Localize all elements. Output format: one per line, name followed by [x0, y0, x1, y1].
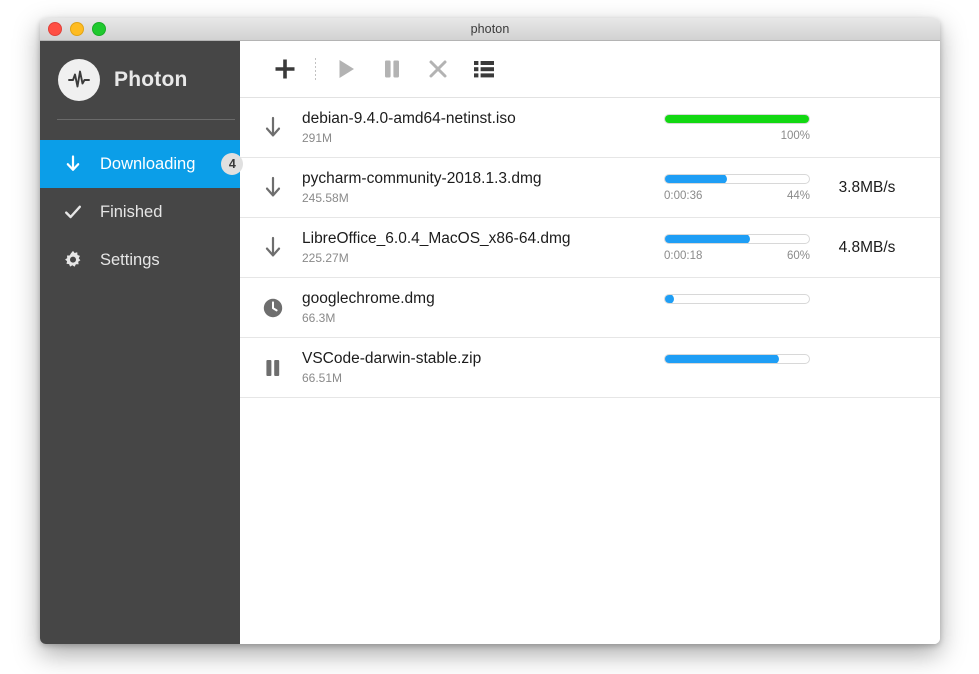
maximize-window-button[interactable]: [92, 22, 106, 36]
download-filesize: 291M: [302, 131, 333, 145]
download-arrow-icon: [62, 153, 84, 175]
download-arrow-icon: [254, 175, 292, 201]
app-name: Photon: [114, 68, 188, 91]
progress-meta: [664, 310, 810, 324]
content-area: debian-9.4.0-amd64-netinst.iso 291M 100%: [240, 41, 940, 644]
progress-meta: [664, 370, 810, 384]
progress-bar-fill: [665, 234, 751, 243]
progress-bar-fill: [665, 294, 675, 303]
download-filename: VSCode-darwin-stable.zip: [302, 350, 482, 367]
window-titlebar: photon: [40, 18, 940, 41]
download-filesize: 245.58M: [302, 191, 349, 205]
toolbar: [240, 41, 940, 98]
download-percent: 60%: [786, 249, 810, 262]
download-progress: 0:00:36 44%: [664, 172, 810, 204]
download-info: googlechrome.dmg 66.3M: [292, 290, 664, 325]
progress-meta: 100%: [664, 130, 810, 144]
sidebar-nav: Downloading 4 Finished Settings: [40, 140, 244, 284]
download-info: pycharm-community-2018.1.3.dmg 245.58M: [292, 170, 664, 205]
minimize-window-button[interactable]: [70, 22, 84, 36]
toolbar-separator: [315, 58, 316, 80]
pause-button[interactable]: [369, 48, 415, 90]
download-filesize: 66.51M: [302, 371, 343, 385]
download-info: VSCode-darwin-stable.zip 66.51M: [292, 350, 664, 385]
progress-bar-track: [664, 233, 810, 244]
download-percent: 100%: [780, 129, 810, 142]
download-filesize: 225.27M: [302, 251, 349, 265]
download-progress: [664, 352, 810, 384]
window-controls: [48, 18, 106, 40]
pause-icon: [379, 56, 405, 82]
download-arrow-icon: [254, 115, 292, 141]
close-x-icon: [426, 57, 450, 81]
remove-button[interactable]: [415, 48, 461, 90]
download-speed: 4.8MB/s: [838, 238, 896, 256]
table-row[interactable]: debian-9.4.0-amd64-netinst.iso 291M 100%: [240, 98, 940, 158]
download-filesize: 66.3M: [302, 311, 336, 325]
progress-bar-track: [664, 293, 810, 304]
progress-bar-track: [664, 353, 810, 364]
download-filename: googlechrome.dmg: [302, 290, 435, 307]
window-title: photon: [470, 22, 510, 36]
progress-bar-fill: [665, 174, 728, 183]
start-button[interactable]: [323, 48, 369, 90]
download-list: debian-9.4.0-amd64-netinst.iso 291M 100%: [240, 98, 940, 644]
app-brand: Photon: [40, 41, 240, 119]
progress-bar-fill: [665, 114, 809, 123]
sidebar-divider: [57, 119, 235, 120]
download-speed: 3.8MB/s: [838, 178, 896, 196]
table-row[interactable]: googlechrome.dmg 66.3M: [240, 278, 940, 338]
table-row[interactable]: pycharm-community-2018.1.3.dmg 245.58M 0…: [240, 158, 940, 218]
sidebar: Photon Downloading 4 Finished Settings: [40, 41, 244, 644]
photon-window: photon Photon Downloading 4 Finished Set…: [40, 18, 940, 644]
progress-meta: 0:00:36 44%: [664, 190, 810, 204]
close-window-button[interactable]: [48, 22, 62, 36]
download-filename: pycharm-community-2018.1.3.dmg: [302, 170, 542, 187]
list-view-button[interactable]: [461, 48, 507, 90]
sidebar-item-downloading[interactable]: Downloading 4: [40, 140, 244, 188]
list-icon: [471, 56, 497, 82]
pulse-waveform-icon: [58, 59, 100, 101]
sidebar-item-settings[interactable]: Settings: [40, 236, 240, 284]
download-progress: 100%: [664, 112, 810, 144]
checkmark-icon: [62, 201, 84, 223]
add-download-button[interactable]: [262, 48, 308, 90]
clock-icon: [254, 297, 292, 319]
download-filename: debian-9.4.0-amd64-netinst.iso: [302, 110, 516, 127]
sidebar-item-finished-label: Finished: [100, 202, 163, 221]
download-progress: [664, 292, 810, 324]
table-row[interactable]: VSCode-darwin-stable.zip 66.51M: [240, 338, 940, 398]
progress-bar-track: [664, 173, 810, 184]
download-progress: 0:00:18 60%: [664, 232, 810, 264]
pause-icon: [254, 356, 292, 380]
download-percent: 44%: [786, 189, 810, 202]
plus-icon: [271, 55, 299, 83]
download-info: debian-9.4.0-amd64-netinst.iso 291M: [292, 110, 664, 145]
sidebar-item-settings-label: Settings: [100, 250, 160, 269]
table-row[interactable]: LibreOffice_6.0.4_MacOS_x86-64.dmg 225.2…: [240, 218, 940, 278]
gear-icon: [62, 249, 84, 271]
download-filename: LibreOffice_6.0.4_MacOS_x86-64.dmg: [302, 230, 571, 247]
progress-meta: 0:00:18 60%: [664, 250, 810, 264]
play-icon: [333, 56, 359, 82]
download-arrow-icon: [254, 235, 292, 261]
sidebar-item-downloading-label: Downloading: [100, 154, 196, 173]
window-body: Photon Downloading 4 Finished Settings d…: [40, 41, 940, 644]
sidebar-item-finished[interactable]: Finished: [40, 188, 240, 236]
desktop-background: photon Photon Downloading 4 Finished Set…: [0, 0, 979, 674]
progress-bar-fill: [665, 354, 780, 363]
download-eta: 0:00:18: [664, 249, 703, 262]
download-info: LibreOffice_6.0.4_MacOS_x86-64.dmg 225.2…: [292, 230, 664, 265]
download-eta: 0:00:36: [664, 189, 703, 202]
progress-bar-track: [664, 113, 810, 124]
